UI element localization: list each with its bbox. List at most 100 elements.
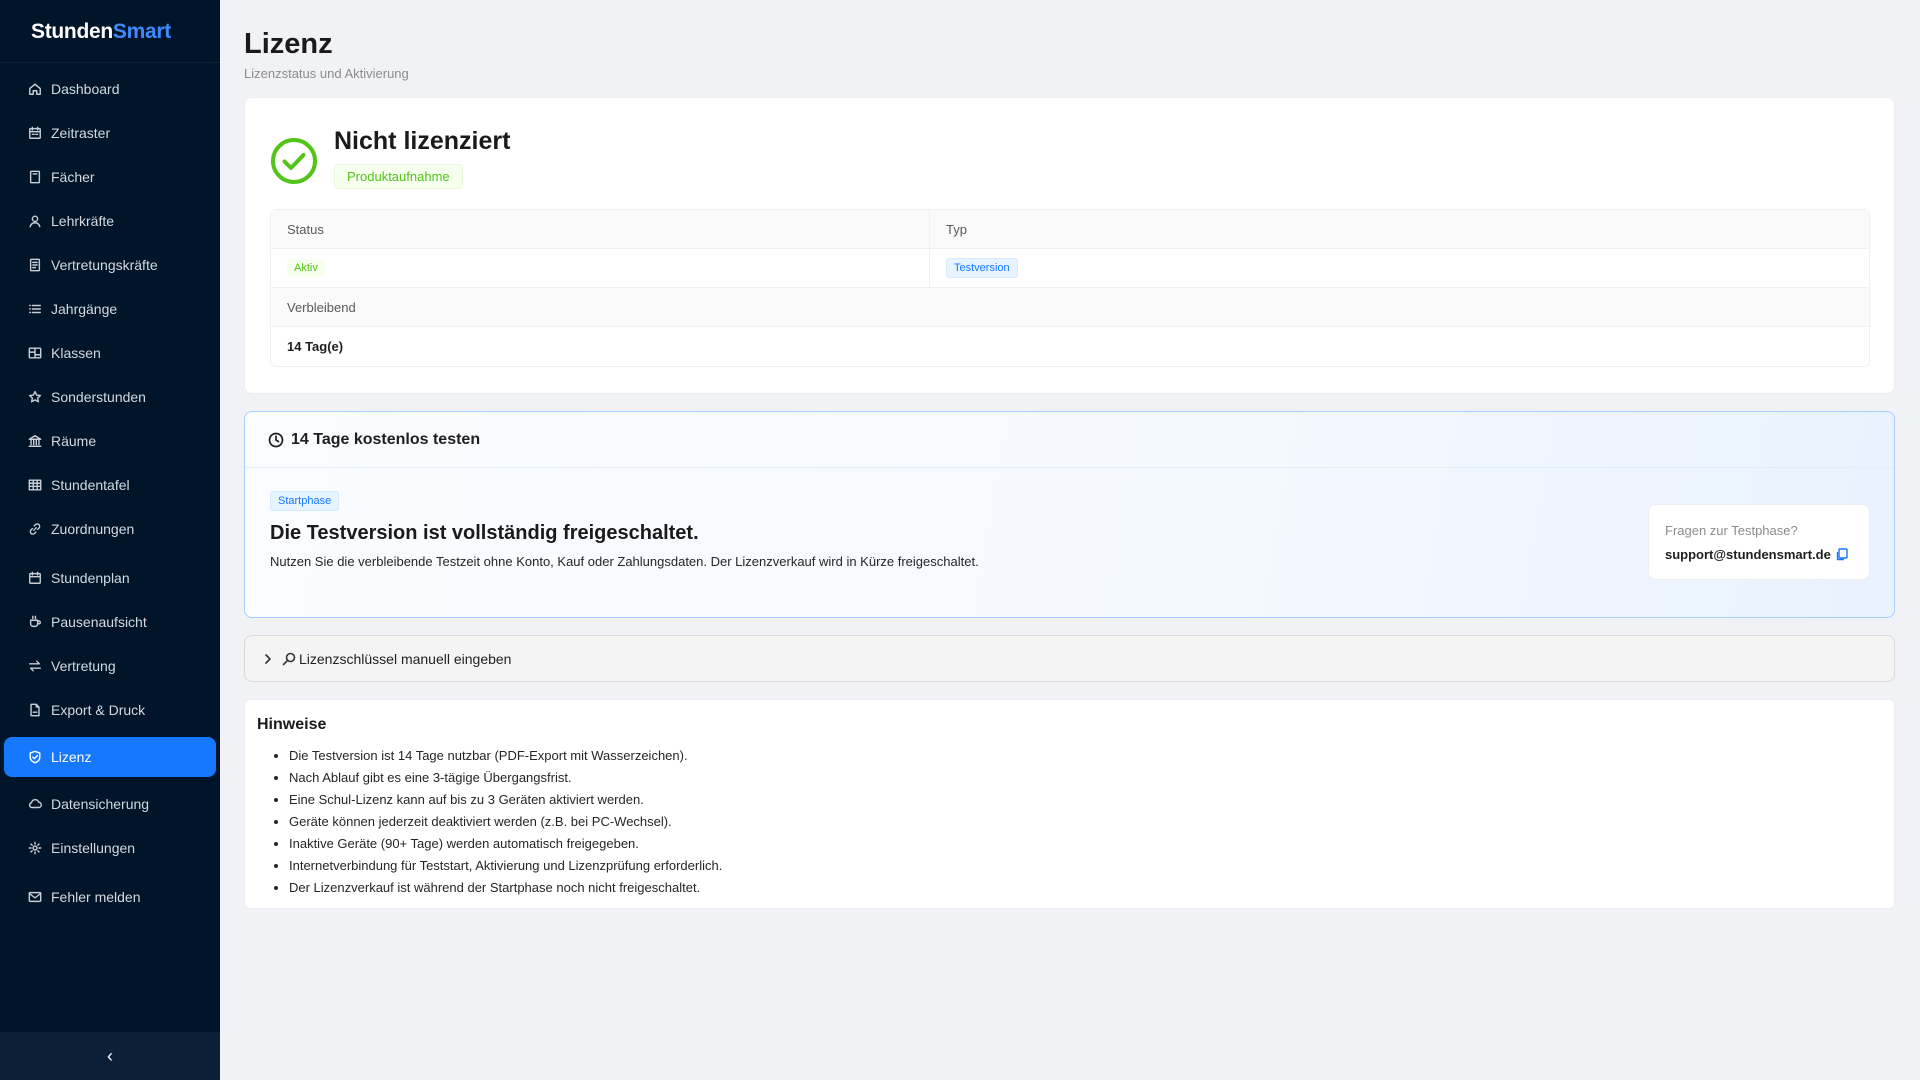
trial-body: Startphase Die Testversion ist vollständ… [245,468,1894,569]
trial-header: 14 Tage kostenlos testen [245,412,1894,468]
table-row: 14 Tag(e) [271,327,1869,366]
license-status-title: Nicht lizenziert [334,127,511,155]
sidebar-item-datensicherung[interactable]: Datensicherung [0,782,220,826]
list-item: Die Testversion ist 14 Tage nutzbar (PDF… [289,745,1894,767]
check-circle-icon [271,138,317,184]
sidebar: StundenSmart Dashboard Zeitraster Fächer… [0,0,220,1080]
sidebar-item-zuordnungen[interactable]: Zuordnungen [0,507,220,551]
sidebar-item-stundentafel[interactable]: Stundentafel [0,463,220,507]
sidebar-item-label: Datensicherung [51,796,150,812]
clock-icon [268,432,284,447]
sidebar-item-sonderstunden[interactable]: Sonderstunden [0,375,220,419]
sidebar-item-label: Fehler melden [51,889,141,905]
mail-icon [27,889,43,905]
license-header: Nicht lizenziert Produktaufnahme [270,123,1869,189]
table-icon [27,345,43,361]
star-icon [27,389,43,405]
table-row: Status Typ [271,210,1869,249]
hints-title: Hinweise [257,716,327,733]
sidebar-item-label: Fächer [51,169,95,185]
sidebar-item-label: Vertretungskräfte [51,257,158,273]
cloud-sync-icon [27,796,43,812]
grid-icon [27,477,43,493]
copy-icon[interactable] [1836,548,1848,561]
user-icon [27,213,43,229]
sidebar-item-label: Vertretung [51,658,116,674]
support-box: Fragen zur Testphase? support@stundensma… [1648,504,1870,580]
sidebar-item-dashboard[interactable]: Dashboard [0,67,220,111]
page-subtitle: Lizenzstatus und Aktivierung [244,66,409,81]
trial-header-label: 14 Tage kostenlos testen [291,430,481,448]
type-badge: Testversion [946,258,1018,278]
sidebar-item-fehler-melden[interactable]: Fehler melden [0,875,220,919]
sidebar-item-lehrkraefte[interactable]: Lehrkräfte [0,199,220,243]
support-email: support@stundensmart.de [1665,547,1831,562]
sidebar-item-label: Dashboard [51,81,120,97]
license-details-table: Status Typ Aktiv Testversion Verbleibend… [270,209,1870,367]
sidebar-nav: Dashboard Zeitraster Fächer Lehrkräfte V… [0,63,220,919]
manual-key-label: Lizenzschlüssel manuell eingeben [299,650,512,667]
sidebar-item-vertretung[interactable]: Vertretung [0,644,220,688]
startphase-tag: Startphase [270,491,340,511]
app-logo[interactable]: StundenSmart [0,0,220,63]
status-badge: Aktiv [287,259,325,277]
list-item: Inaktive Geräte (90+ Tage) werden automa… [289,833,1894,855]
manual-license-key-toggle[interactable]: Lizenzschlüssel manuell eingeben [244,635,1895,682]
key-search-icon [282,652,296,665]
page-title: Lizenz [244,28,333,60]
sidebar-item-lizenz[interactable]: Lizenz [4,737,216,777]
shield-icon [27,749,43,765]
sidebar-item-stundenplan[interactable]: Stundenplan [0,556,220,600]
schedule-icon [27,570,43,586]
license-status-card: Nicht lizenziert Produktaufnahme Status … [244,97,1895,394]
swap-icon [27,658,43,674]
coffee-icon [27,614,43,630]
hints-card: Hinweise Die Testversion ist 14 Tage nut… [244,699,1895,909]
type-header: Typ [946,221,967,237]
book-icon [27,169,43,185]
sidebar-item-label: Stundenplan [51,570,130,586]
sidebar-item-zeitraster[interactable]: Zeitraster [0,111,220,155]
sidebar-item-label: Zuordnungen [51,521,135,537]
gear-icon [27,840,43,856]
sidebar-item-faecher[interactable]: Fächer [0,155,220,199]
status-cell: Aktiv [271,249,930,287]
status-header: Status [271,210,930,248]
sidebar-item-label: Räume [51,433,97,449]
sidebar-item-label: Klassen [51,345,101,361]
logo-text-stunden: Stunden [31,20,113,43]
sidebar-item-einstellungen[interactable]: Einstellungen [0,826,220,870]
support-question: Fragen zur Testphase? [1665,523,1798,538]
sidebar-item-label: Export & Druck [51,702,146,718]
chevron-left-icon: ‹ [107,1045,113,1066]
sidebar-item-label: Jahrgänge [51,301,118,317]
calendar-icon [27,125,43,141]
sidebar-item-pausenaufsicht[interactable]: Pausenaufsicht [0,600,220,644]
list-item: Geräte können jederzeit deaktiviert werd… [289,811,1894,833]
product-tag: Produktaufnahme [334,164,463,189]
bank-icon [27,433,43,449]
trial-card: 14 Tage kostenlos testen Startphase Die … [244,411,1895,618]
license-heading-block: Nicht lizenziert Produktaufnahme [334,123,510,189]
sidebar-item-label: Sonderstunden [51,389,146,405]
sidebar-item-raeume[interactable]: Räume [0,419,220,463]
logo-text-smart: Smart [112,20,171,43]
sidebar-item-jahrgaenge[interactable]: Jahrgänge [0,287,220,331]
sidebar-item-label: Stundentafel [51,477,130,493]
sidebar-item-label: Einstellungen [51,840,136,856]
sidebar-item-vertretungskraefte[interactable]: Vertretungskräfte [0,243,220,287]
remaining-header: Verbleibend [287,299,356,315]
list-item: Internetverbindung für Teststart, Aktivi… [289,855,1894,877]
sidebar-item-label: Lehrkräfte [51,213,115,229]
sidebar-item-klassen[interactable]: Klassen [0,331,220,375]
sidebar-item-label: Zeitraster [51,125,111,141]
hints-list: Die Testversion ist 14 Tage nutzbar (PDF… [257,745,1894,899]
chevron-right-icon [265,653,271,664]
sidebar-collapse-button[interactable]: ‹ [0,1032,220,1080]
type-cell: Testversion [930,249,1869,287]
list-item: Der Lizenzverkauf ist während der Startp… [289,877,1894,899]
list-item: Nach Ablauf gibt es eine 3-tägige Überga… [289,767,1894,789]
sidebar-item-export-druck[interactable]: Export & Druck [0,688,220,732]
list-item: Eine Schul-Lizenz kann auf bis zu 3 Gerä… [289,789,1894,811]
link-icon [27,521,43,537]
